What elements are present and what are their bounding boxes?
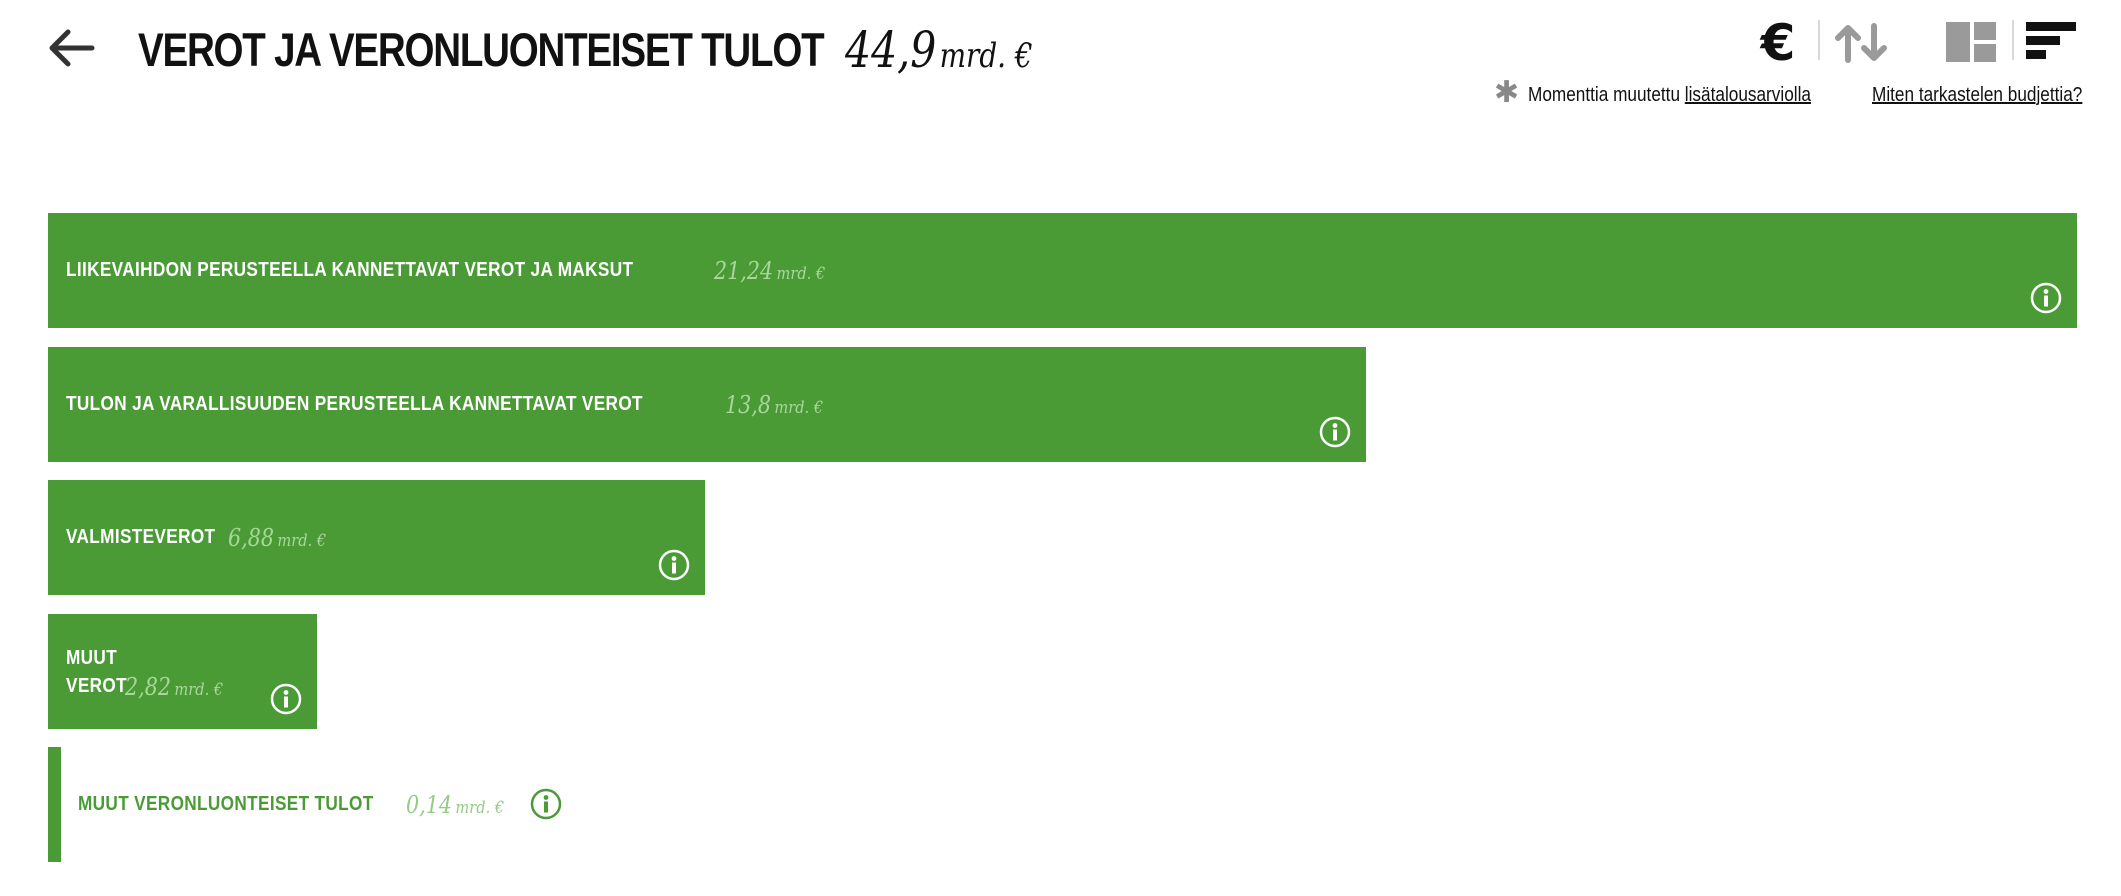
treemap-view-icon[interactable]: [1944, 16, 1998, 70]
bar-label: TULON JA VARALLISUUDEN PERUSTEELLA KANNE…: [66, 347, 839, 462]
amendment-note-text: Momenttia muutettu: [1528, 84, 1681, 106]
bar-label: LIIKEVAIHDON PERUSTEELLA KANNETTAVAT VER…: [66, 213, 843, 328]
total-amount: 44,9mrd. €: [845, 18, 1033, 94]
total-value: 44,9: [845, 21, 937, 79]
budget-bar[interactable]: [48, 747, 61, 862]
bar-value-number: 2,82: [124, 673, 171, 701]
bar-value-unit: mrd. €: [277, 530, 326, 551]
bar-label: VALMISTEVEROT 6,88 mrd. €: [66, 480, 342, 595]
bar-value-number: 6,88: [227, 523, 274, 552]
info-icon[interactable]: [1318, 415, 1352, 449]
info-icon[interactable]: [657, 548, 691, 582]
bar-category-name: MUUT VEROT: [66, 644, 127, 700]
bar-value-unit: mrd. €: [776, 263, 826, 284]
bar-category-name-line: MUUT: [66, 646, 118, 669]
toolbar-divider: [2012, 20, 2014, 60]
bar-value: 6,88 mrd. €: [228, 524, 326, 552]
bar-view-icon[interactable]: [2024, 16, 2078, 70]
bar-value-unit: mrd. €: [774, 397, 824, 418]
bar-value: 13,8 mrd. €: [725, 391, 823, 419]
bar-value-number: 0,14: [405, 790, 452, 819]
budget-bar[interactable]: TULON JA VARALLISUUDEN PERUSTEELLA KANNE…: [48, 347, 1366, 462]
bar-category-name-line: TULON JA VARALLISUUDEN PERUSTEELLA KANNE…: [66, 393, 643, 415]
budget-bar[interactable]: LIIKEVAIHDON PERUSTEELLA KANNETTAVAT VER…: [48, 213, 2077, 328]
page-title: VEROT JA VERONLUONTEISET TULOT: [138, 23, 825, 76]
toolbar-divider: [1818, 20, 1820, 60]
bar-category-name-line: VEROT: [66, 674, 127, 697]
bar-value: 2,82 mrd. €: [125, 673, 223, 701]
asterisk-icon: ✱: [1494, 76, 1520, 109]
bar-label: MUUT VEROT 2,82 mrd. €: [66, 614, 239, 729]
supplementary-budget-link[interactable]: lisätalousarviolla: [1685, 84, 1811, 106]
budget-bar[interactable]: VALMISTEVEROT 6,88 mrd. €: [48, 480, 705, 595]
bar-value: 0,14 mrd. €: [406, 791, 504, 819]
bar-label: MUUT VERONLUONTEISET TULOT 0,14 mrd. €: [78, 747, 520, 862]
bar-category-name: VALMISTEVEROT: [66, 526, 215, 549]
how-to-view-budget-link[interactable]: Miten tarkastelen budjettia?: [1872, 80, 2082, 110]
amendment-note: Momenttia muutettu lisätalousarviolla: [1528, 80, 1811, 110]
bar-category-name-line: MUUT VERONLUONTEISET TULOT: [78, 793, 374, 815]
total-unit: mrd. €: [939, 36, 1033, 76]
bar-category-name-line: LIIKEVAIHDON PERUSTEELLA KANNETTAVAT VER…: [66, 259, 634, 281]
info-icon[interactable]: [529, 787, 563, 821]
bar-value: 21,24 mrd. €: [714, 257, 825, 285]
bar-category-name: TULON JA VARALLISUUDEN PERUSTEELLA KANNE…: [66, 393, 643, 416]
bar-value-number: 21,24: [713, 256, 773, 285]
bar-value-unit: mrd. €: [455, 797, 504, 818]
bar-category-name: LIIKEVAIHDON PERUSTEELLA KANNETTAVAT VER…: [66, 259, 633, 282]
budget-bar[interactable]: MUUT VEROT 2,82 mrd. €: [48, 614, 317, 729]
info-icon[interactable]: [2029, 281, 2063, 315]
bar-value-unit: mrd. €: [174, 680, 224, 700]
bar-category-name: MUUT VERONLUONTEISET TULOT: [78, 793, 374, 816]
info-icon[interactable]: [269, 682, 303, 716]
back-arrow-icon[interactable]: [44, 26, 96, 70]
bar-category-name-line: VALMISTEVEROT: [66, 526, 216, 548]
euro-icon[interactable]: €: [1752, 14, 1804, 72]
sort-arrows-icon[interactable]: [1832, 16, 1890, 70]
bar-value-number: 13,8: [724, 390, 771, 419]
